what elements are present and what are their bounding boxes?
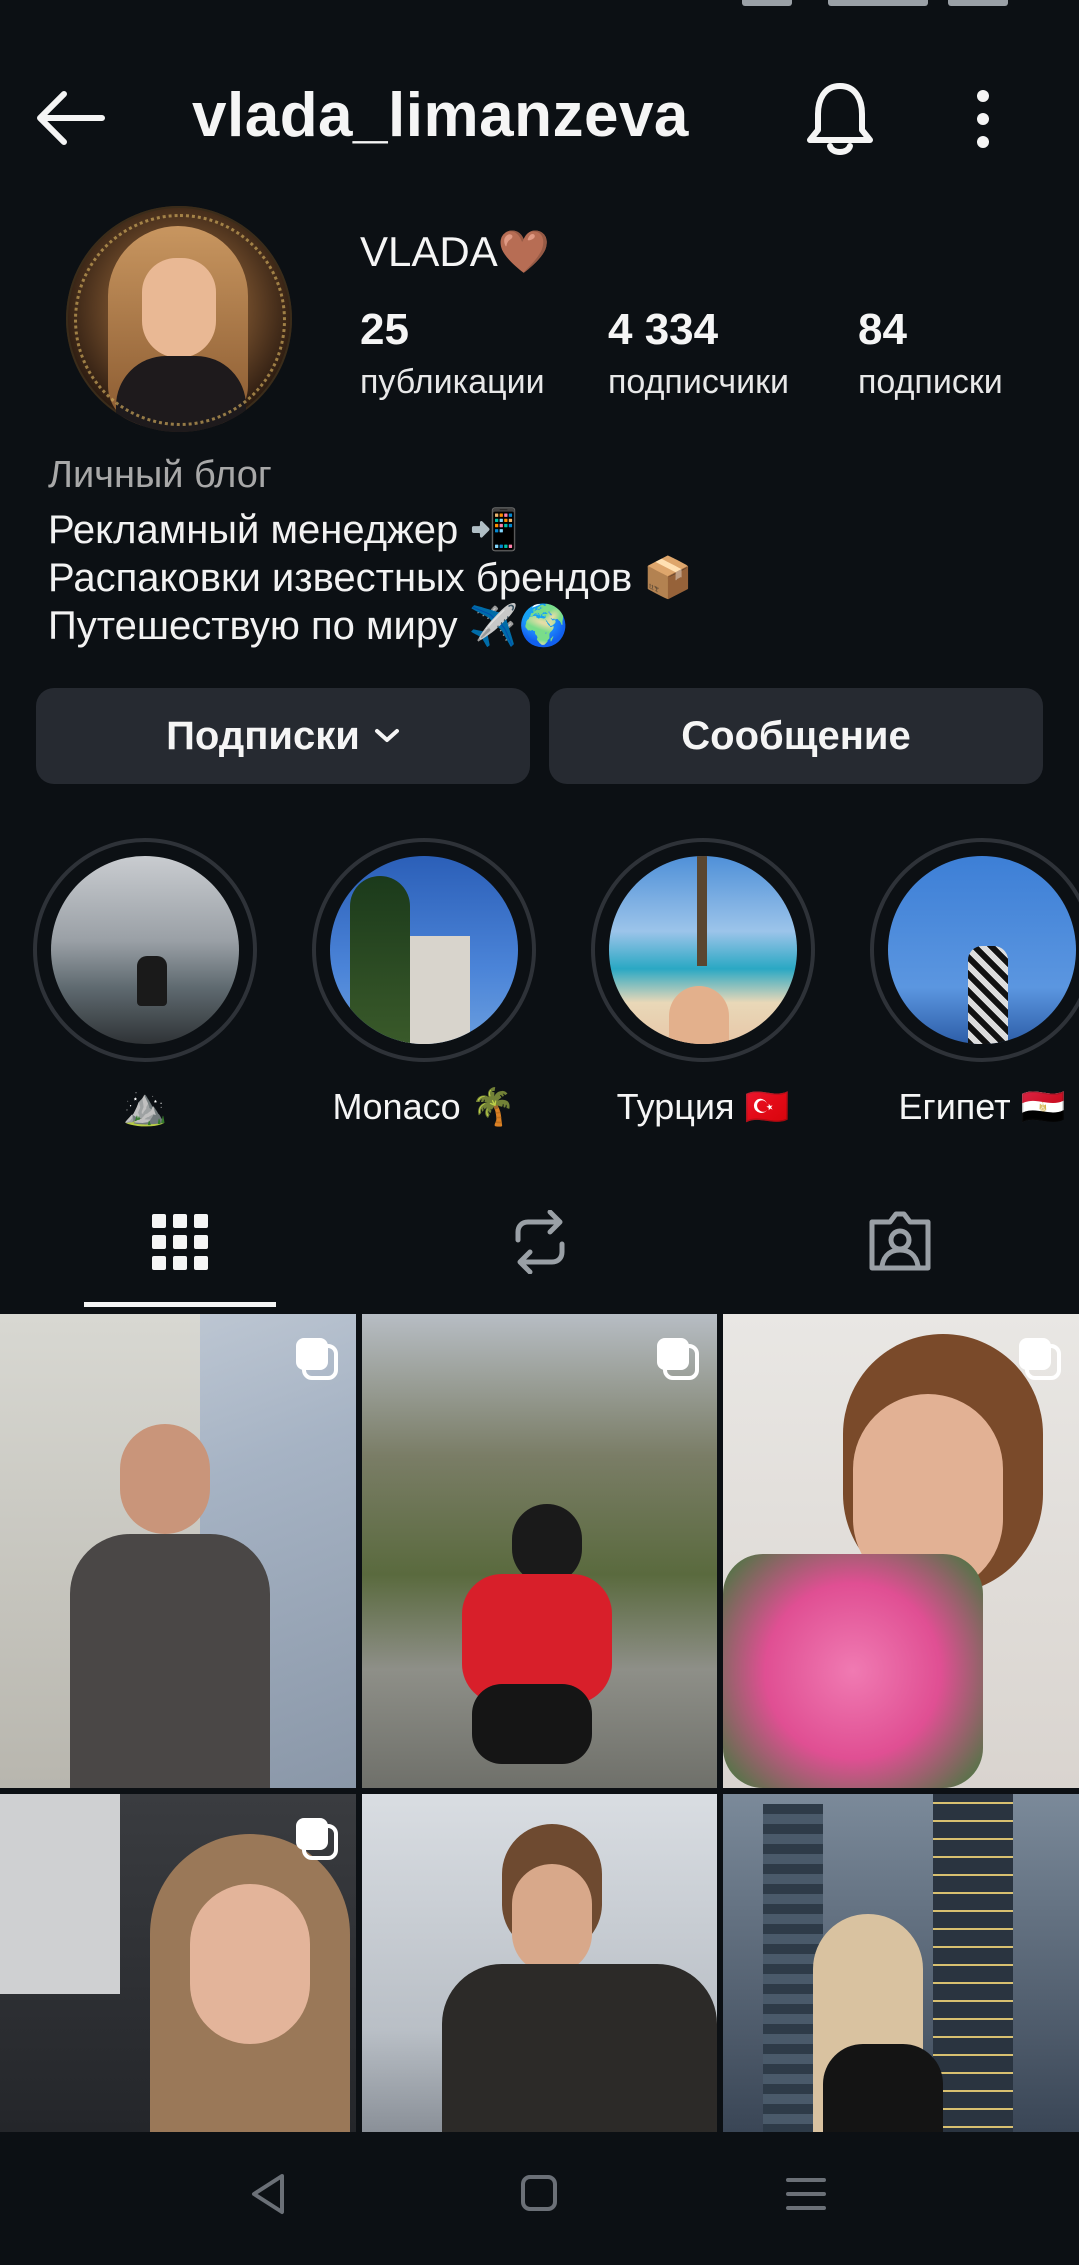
tagged-icon — [866, 1210, 934, 1279]
post-grid — [0, 1314, 1079, 2132]
profile-category: Личный блог — [48, 454, 272, 496]
display-name: VLADA🤎 — [360, 228, 551, 275]
nav-home-icon[interactable] — [520, 2174, 558, 2217]
post-thumbnail[interactable] — [362, 1794, 717, 2132]
multiple-photos-icon — [655, 1336, 699, 1380]
stat-following[interactable]: 84 подписки — [858, 305, 1003, 402]
back-arrow-icon[interactable] — [30, 88, 110, 148]
chevron-down-icon — [374, 719, 400, 753]
battery-icon — [948, 0, 1008, 6]
stat-followers[interactable]: 4 334 подписчики — [608, 305, 789, 402]
highlight-item[interactable]: ⛰️ — [32, 838, 258, 1128]
tab-tagged[interactable] — [720, 1180, 1079, 1308]
network-icon — [828, 0, 928, 6]
active-tab-indicator — [84, 1302, 276, 1307]
highlight-item[interactable]: Monaco 🌴 — [311, 838, 537, 1128]
stat-followers-label: подписчики — [608, 363, 790, 401]
highlight-label: Египет 🇪🇬 — [898, 1086, 1066, 1127]
stat-posts-label: публикации — [360, 363, 545, 401]
highlight-label: Турция 🇹🇷 — [616, 1086, 790, 1127]
stat-following-label: подписки — [858, 363, 1003, 401]
bio-line: Путешествую по миру ✈️🌍 — [48, 604, 569, 648]
tab-reposts[interactable] — [360, 1180, 720, 1308]
profile-avatar[interactable] — [66, 206, 292, 432]
nav-back-icon[interactable] — [248, 2172, 288, 2221]
bio-line: Рекламный менеджер 📲 — [48, 508, 520, 552]
stat-followers-value: 4 334 — [608, 305, 719, 354]
multiple-photos-icon — [294, 1816, 338, 1860]
post-thumbnail[interactable] — [362, 1314, 717, 1788]
grid-icon — [152, 1213, 208, 1275]
following-button[interactable]: Подписки — [36, 688, 530, 784]
bell-icon[interactable] — [804, 80, 876, 156]
following-button-label: Подписки — [166, 713, 360, 758]
highlight-item[interactable]: Египет 🇪🇬 — [869, 838, 1079, 1128]
signal-icon — [742, 0, 792, 6]
top-bar: vlada_limanzeva — [0, 60, 1079, 170]
profile-username: vlada_limanzeva — [192, 81, 689, 150]
highlight-label: Monaco 🌴 — [332, 1086, 516, 1127]
multiple-photos-icon — [1017, 1336, 1061, 1380]
system-nav-bar — [0, 2132, 1079, 2265]
message-button[interactable]: Сообщение — [549, 688, 1043, 784]
stat-posts-value: 25 — [360, 305, 409, 354]
status-bar — [0, 0, 1079, 30]
highlight-item[interactable]: Турция 🇹🇷 — [590, 838, 816, 1128]
post-thumbnail[interactable] — [0, 1314, 356, 1788]
message-button-label: Сообщение — [681, 713, 911, 758]
stat-posts[interactable]: 25 публикации — [360, 305, 545, 402]
nav-menu-icon[interactable] — [786, 2176, 826, 2217]
multiple-photos-icon — [294, 1336, 338, 1380]
reels-repost-icon — [510, 1209, 570, 1279]
more-options-icon[interactable] — [950, 84, 1020, 154]
bio-line: Распаковки известных брендов 📦 — [48, 556, 694, 600]
highlight-label: ⛰️ — [122, 1086, 168, 1127]
tab-posts[interactable] — [0, 1180, 360, 1308]
post-thumbnail[interactable] — [723, 1314, 1079, 1788]
post-thumbnail[interactable] — [0, 1794, 356, 2132]
post-thumbnail[interactable] — [723, 1794, 1079, 2132]
profile-tabs — [0, 1180, 1079, 1308]
stat-following-value: 84 — [858, 305, 907, 354]
